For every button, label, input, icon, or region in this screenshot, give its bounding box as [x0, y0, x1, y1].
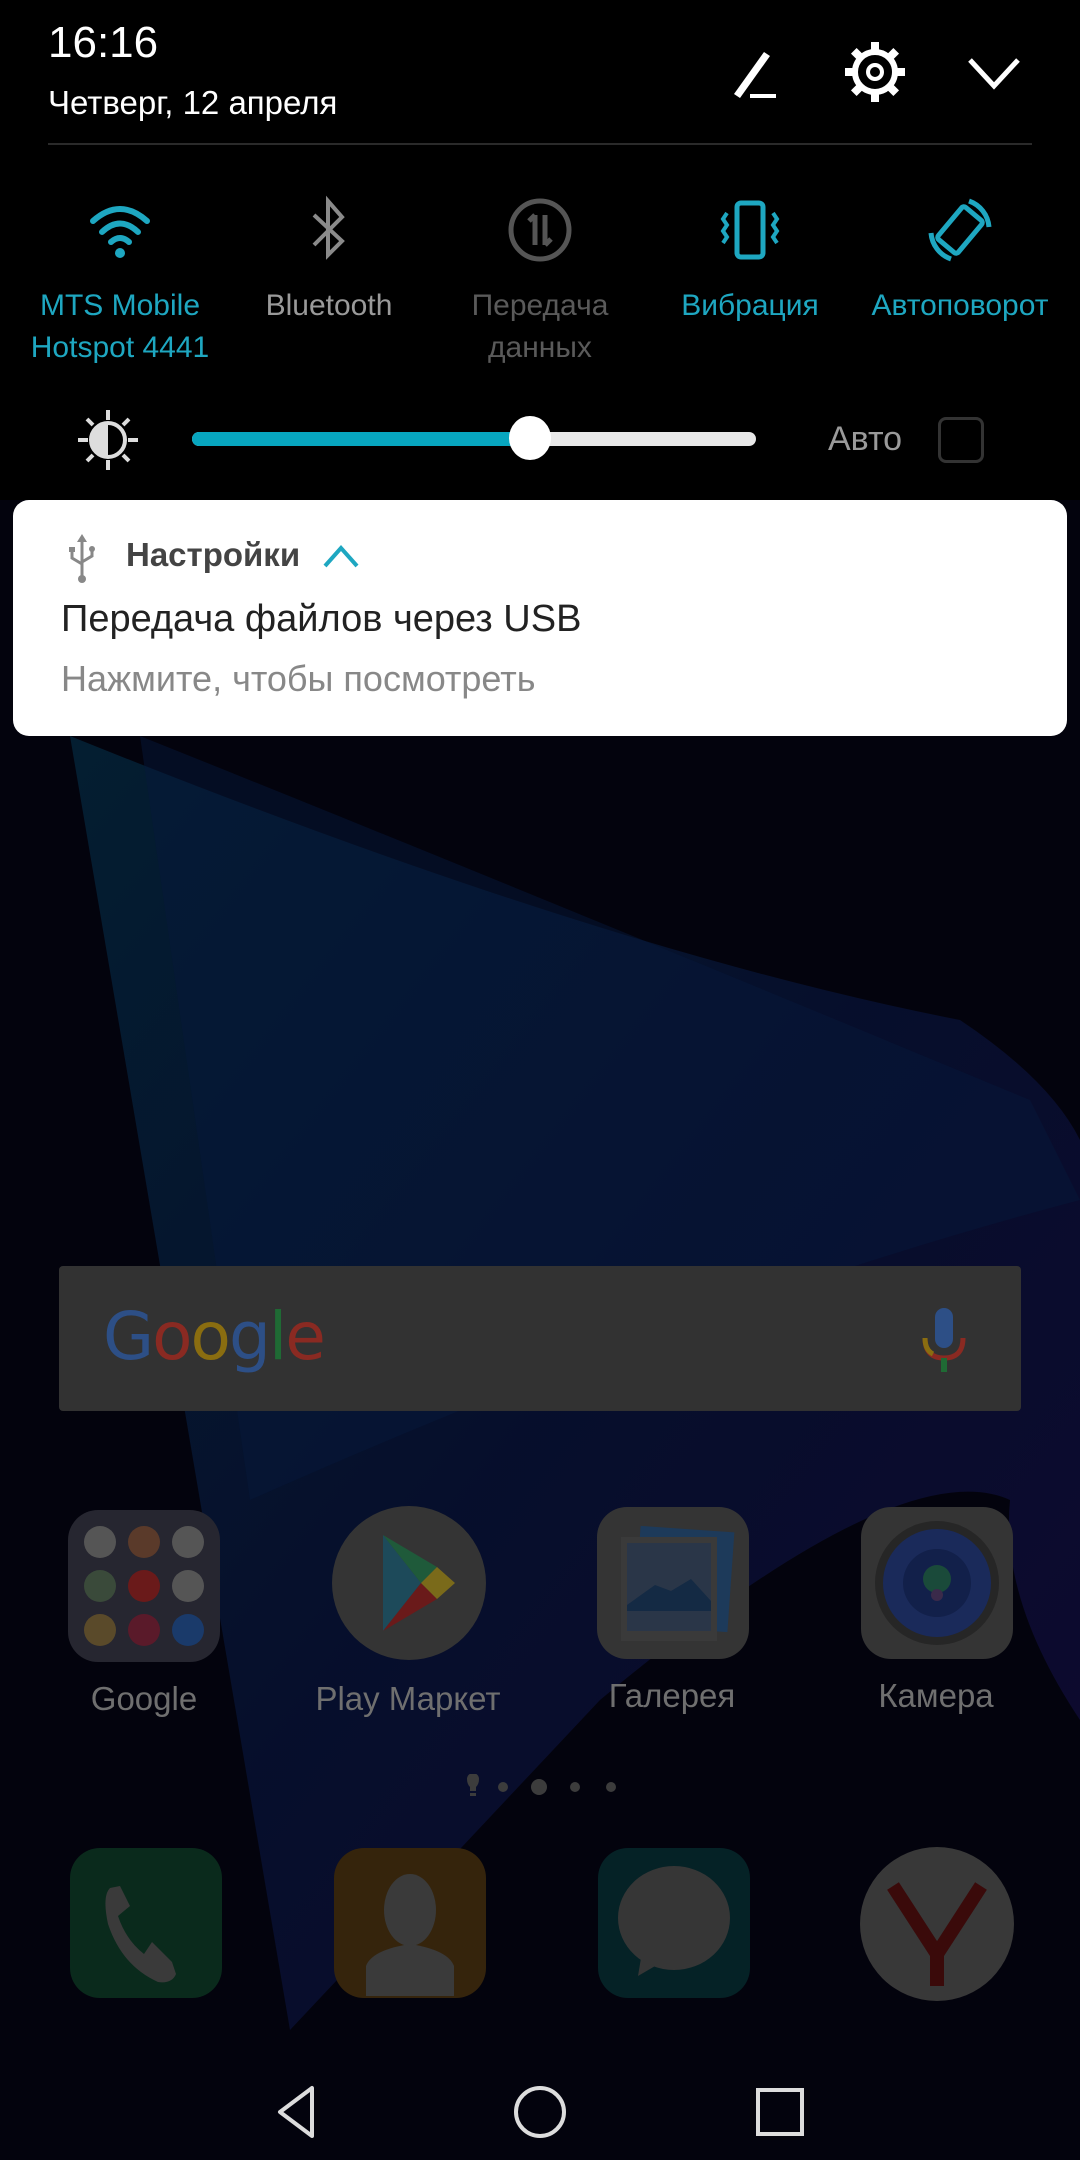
auto-rotate-icon: [928, 198, 992, 262]
auto-brightness-checkbox[interactable]: [938, 417, 984, 463]
mic-icon[interactable]: [919, 1306, 969, 1376]
contacts-icon[interactable]: [332, 1846, 488, 2002]
tile-bluetooth[interactable]: Bluetooth: [224, 195, 434, 327]
wifi-icon: [90, 206, 150, 258]
tile-label: Вибрация: [681, 289, 819, 322]
google-logo: Google: [103, 1298, 326, 1375]
home-button[interactable]: [508, 2080, 572, 2144]
expand-chevron-icon[interactable]: [321, 542, 361, 570]
date: Четверг, 12 апреля: [48, 84, 338, 121]
tile-label: Автоповорот: [871, 289, 1049, 322]
page-dot-current: [531, 1779, 547, 1795]
messages-icon[interactable]: [596, 1846, 752, 2002]
app-label-gallery: Галерея: [608, 1677, 736, 1714]
brightness-icon: [78, 410, 138, 470]
bluetooth-icon: [312, 195, 345, 260]
camera-icon[interactable]: [859, 1505, 1015, 1661]
notification-shade: 16:16 Четверг, 12 апреля MTS Mobile Hotsp…: [0, 0, 1080, 500]
yandex-icon[interactable]: [859, 1846, 1015, 2002]
mobile-data-icon: [508, 198, 572, 262]
app-label-play-store: Play Маркет: [315, 1680, 501, 1717]
tile-label: Передача данных: [471, 289, 609, 364]
app-label-camera: Камера: [878, 1677, 994, 1714]
tile-label: Bluetooth: [265, 289, 393, 322]
brightness-slider[interactable]: [192, 416, 756, 460]
tile-mobile-data[interactable]: Передача данных: [435, 195, 645, 369]
notification-title: Передача файлов через USB: [61, 598, 582, 640]
collapse-chevron-icon[interactable]: [962, 40, 1026, 104]
auto-brightness-label: Авто: [828, 420, 903, 458]
settings-icon[interactable]: [843, 40, 907, 104]
back-button[interactable]: [268, 2080, 332, 2144]
usb-icon: [69, 534, 95, 583]
clock: 16:16: [48, 18, 159, 67]
google-search-widget[interactable]: Google: [59, 1266, 1021, 1411]
play-store-icon[interactable]: [331, 1505, 487, 1661]
vibration-icon: [720, 200, 780, 260]
usb-notification[interactable]: Настройки Передача файлов через USB Нажм…: [13, 500, 1067, 736]
app-label-google: Google: [90, 1680, 198, 1717]
tile-auto-rotate[interactable]: Автоповорот: [855, 195, 1065, 327]
header-divider: [48, 143, 1032, 145]
page-dot: [570, 1782, 580, 1792]
tile-label: MTS Mobile Hotspot 4441: [30, 289, 210, 364]
notification-app-name: Настройки: [126, 536, 301, 573]
phone-icon[interactable]: [68, 1846, 224, 2002]
page-dot: [606, 1782, 616, 1792]
edit-icon[interactable]: [724, 40, 788, 104]
page-indicator: [467, 1774, 616, 1796]
gallery-icon[interactable]: [595, 1505, 751, 1661]
google-folder-icon[interactable]: [66, 1508, 222, 1664]
tile-vibration[interactable]: Вибрация: [645, 195, 855, 327]
notification-text: Нажмите, чтобы посмотреть: [61, 658, 536, 699]
tile-wifi[interactable]: MTS Mobile Hotspot 4441: [15, 195, 225, 369]
slider-thumb[interactable]: [509, 416, 552, 460]
feed-bulb-icon: [467, 1774, 479, 1791]
slider-fill: [192, 432, 531, 446]
recents-button[interactable]: [748, 2080, 812, 2144]
page-dot: [498, 1782, 508, 1792]
